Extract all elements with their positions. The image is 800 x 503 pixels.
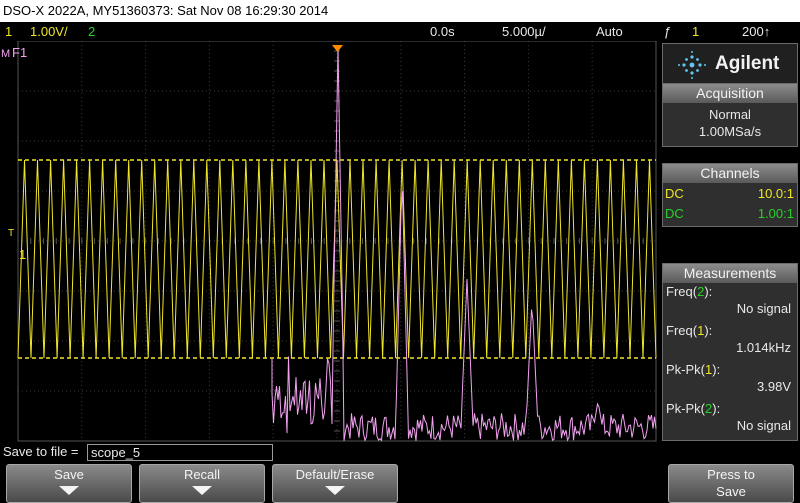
trigger-position-marker xyxy=(332,45,343,52)
trigger-edge-icon: ƒ xyxy=(664,24,672,39)
channel-1-row: DC 10.0:1 xyxy=(663,185,797,205)
measurement-value: No signal xyxy=(736,418,791,433)
channel-2-row: DC 1.00:1 xyxy=(663,205,797,225)
softkey-label: Default/Erase xyxy=(295,467,375,482)
channel-1-coupling: DC xyxy=(665,186,684,201)
measurement-name: Freq xyxy=(666,284,693,299)
softkey-label: Recall xyxy=(183,467,221,482)
acquisition-header: Acquisition xyxy=(663,84,797,103)
trigger-level[interactable]: 200↑ xyxy=(742,22,770,41)
brand-name: Agilent xyxy=(715,53,780,74)
brand-box: Agilent xyxy=(662,43,798,87)
math-icon: M xyxy=(1,48,10,60)
trigger-mode[interactable]: Auto xyxy=(596,22,623,41)
softkey-bar: Save Recall Default/Erase Press to Save xyxy=(0,461,800,503)
softkey-label-line2: Save xyxy=(716,484,746,499)
channel-1-number[interactable]: 1 xyxy=(5,22,12,41)
measurement-name: Freq xyxy=(666,323,693,338)
channel-1-ground-marker[interactable]: 1 xyxy=(19,247,26,262)
measurement-channel: 1 xyxy=(705,362,713,377)
time-scale[interactable]: 5.000µ/ xyxy=(502,22,546,41)
trigger-level-mark: T xyxy=(8,228,14,239)
measurement-name: Pk-Pk xyxy=(666,362,701,377)
press-to-save-softkey[interactable]: Press to Save xyxy=(668,464,794,503)
window-title: DSO-X 2022A, MY51360373: Sat Nov 08 16:2… xyxy=(3,3,329,18)
save-bar: Save to file = scope_5 xyxy=(0,443,800,461)
measurement-value: No signal xyxy=(736,301,791,316)
measurement-channel: 2 xyxy=(697,284,705,299)
right-info-panel: Agilent Acquisition Normal 1.00MSa/s Cha… xyxy=(660,41,800,443)
channel-2-coupling: DC xyxy=(665,206,684,221)
measurements-box[interactable]: Measurements Freq(2): No signal Freq(1):… xyxy=(662,263,798,441)
channels-header: Channels xyxy=(663,164,797,183)
waveform-display[interactable]: M F1 T 1 xyxy=(0,41,660,443)
measurement-value: 1.014kHz xyxy=(736,340,791,355)
channel-1-scale[interactable]: 1.00V/ xyxy=(30,22,68,41)
filename-field[interactable]: scope_5 xyxy=(87,444,273,461)
status-bar: 1 1.00V/ 2 0.0s 5.000µ/ Auto ƒ 1 200↑ xyxy=(0,22,800,41)
measurement-item[interactable]: Freq(2): No signal xyxy=(663,283,797,322)
recall-softkey[interactable]: Recall xyxy=(139,464,265,503)
measurement-item[interactable]: Pk-Pk(1): 3.98V xyxy=(663,361,797,400)
measurement-channel: 1 xyxy=(697,323,705,338)
save-to-file-label: Save to file = xyxy=(3,444,79,459)
math-label: F1 xyxy=(12,45,27,60)
graticule: M F1 T 1 xyxy=(1,41,657,442)
measurement-value: 3.98V xyxy=(757,379,791,394)
trigger-delay[interactable]: 0.0s xyxy=(430,22,455,41)
acquisition-mode: Normal xyxy=(709,107,751,122)
channel-1-probe: 10.0:1 xyxy=(757,186,794,201)
softkey-label: Save xyxy=(54,467,84,482)
chevron-down-icon xyxy=(192,486,212,495)
channels-box[interactable]: Channels DC 10.0:1 DC 1.00:1 xyxy=(662,163,798,227)
trigger-source[interactable]: 1 xyxy=(692,22,699,41)
channel-2-probe: 1.00:1 xyxy=(757,206,794,221)
chevron-down-icon xyxy=(325,486,345,495)
measurement-name: Pk-Pk xyxy=(666,401,701,416)
measurement-item[interactable]: Freq(1): 1.014kHz xyxy=(663,322,797,361)
acquisition-box[interactable]: Acquisition Normal 1.00MSa/s xyxy=(662,83,798,147)
title-bar: DSO-X 2022A, MY51360373: Sat Nov 08 16:2… xyxy=(0,0,800,22)
chevron-down-icon xyxy=(59,486,79,495)
agilent-spark-icon xyxy=(678,51,706,79)
softkey-label: Press to xyxy=(707,467,755,482)
measurements-header: Measurements xyxy=(663,264,797,283)
measurement-channel: 2 xyxy=(705,401,713,416)
sample-rate: 1.00MSa/s xyxy=(698,124,762,139)
save-softkey[interactable]: Save xyxy=(6,464,132,503)
default-erase-softkey[interactable]: Default/Erase xyxy=(272,464,398,503)
measurement-item[interactable]: Pk-Pk(2): No signal xyxy=(663,400,797,439)
channel-2-number[interactable]: 2 xyxy=(88,22,95,41)
